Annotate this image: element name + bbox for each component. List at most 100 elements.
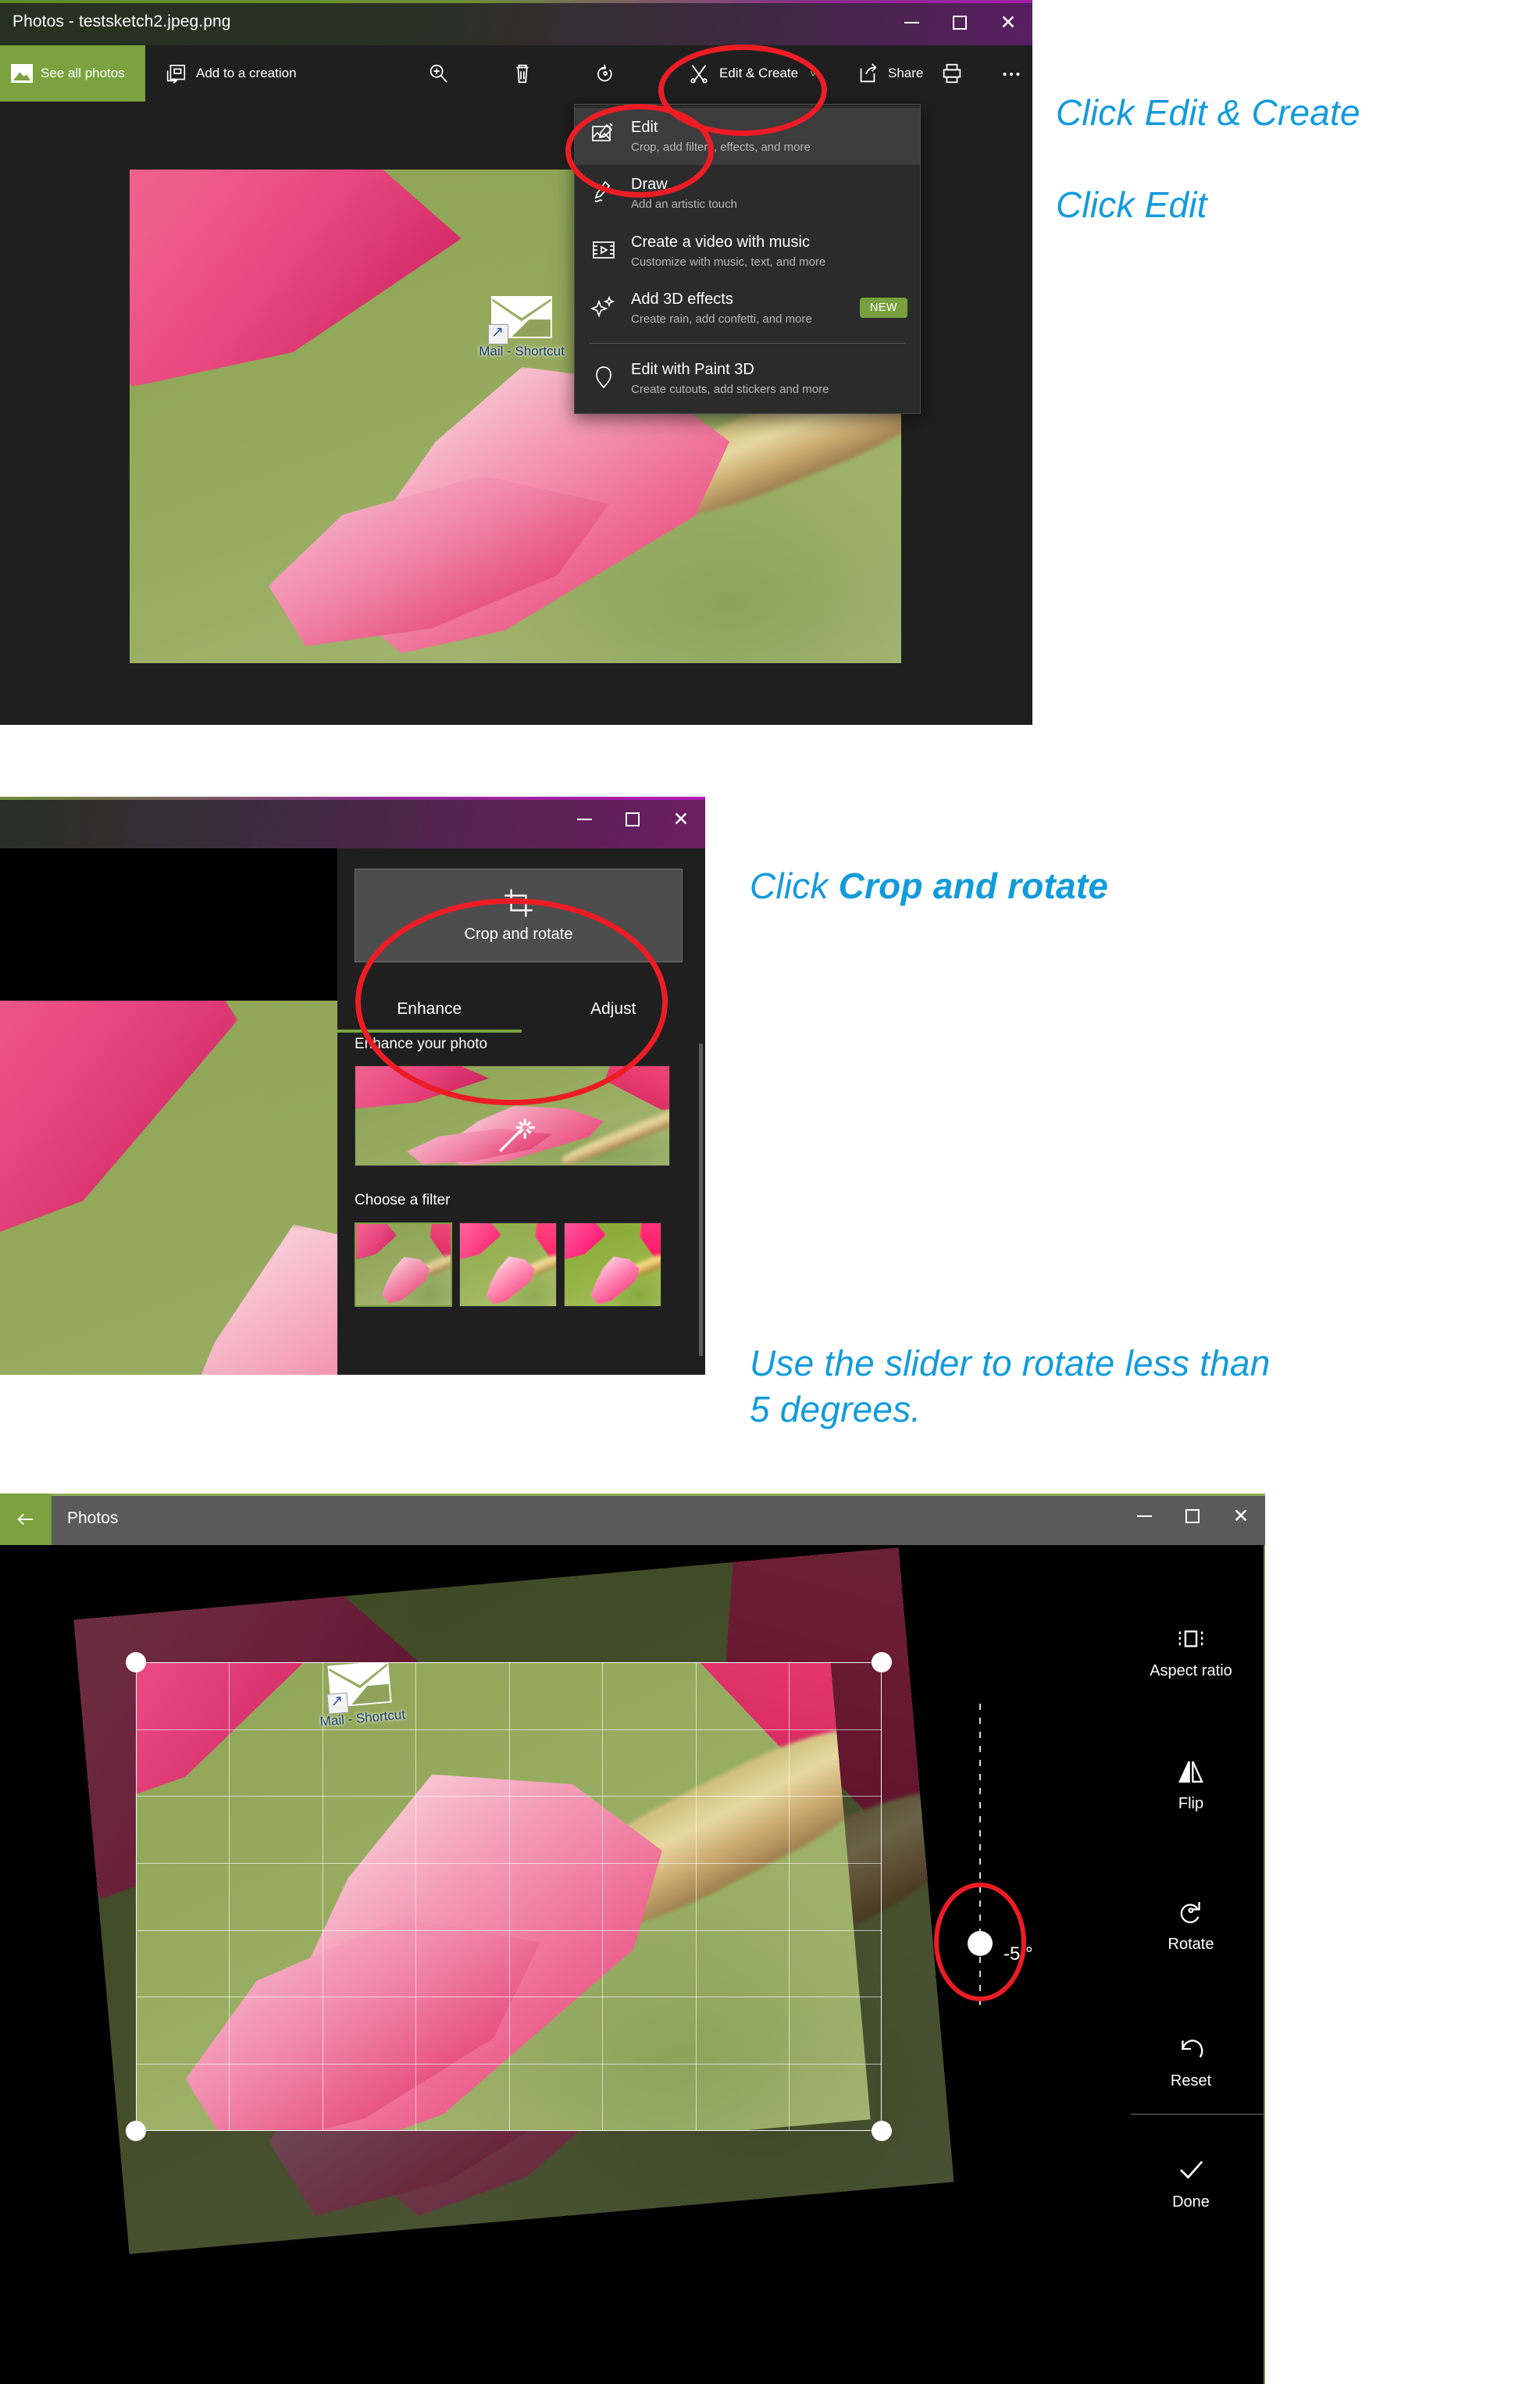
reset-button[interactable]: Reset bbox=[1117, 2033, 1265, 2090]
tutorial-page: Photos - testsketch2.jpeg.png ✕ See all … bbox=[0, 0, 1540, 2384]
menu-item-edit-title: Edit bbox=[631, 119, 658, 136]
filter-photo-2 bbox=[460, 1223, 556, 1306]
menu-item-edit[interactable]: Edit Crop, add filters, effects, and mor… bbox=[575, 108, 920, 166]
close-icon[interactable]: ✕ bbox=[657, 797, 705, 842]
done-label: Done bbox=[1172, 2193, 1210, 2211]
flip-button[interactable]: Flip bbox=[1117, 1756, 1265, 1813]
maximize-icon[interactable] bbox=[608, 797, 657, 842]
aspect-ratio-icon bbox=[1175, 1623, 1207, 1654]
add-to-creation-button[interactable]: Add to a creation bbox=[164, 45, 297, 102]
menu-item-add-3d-effects-title: Add 3D effects bbox=[631, 290, 733, 308]
flower-bud bbox=[486, 1256, 535, 1304]
callout-line-2: Click Edit bbox=[1056, 184, 1207, 225]
flower-photo-zoomed bbox=[0, 1001, 337, 1375]
menu-item-add-3d-effects[interactable]: Add 3D effects Create rain, add confetti… bbox=[575, 280, 920, 337]
edit-image-icon bbox=[590, 122, 617, 148]
zoom-in-button[interactable] bbox=[426, 45, 450, 102]
close-icon[interactable]: ✕ bbox=[1217, 1494, 1265, 1539]
minimize-icon[interactable] bbox=[1120, 1494, 1168, 1539]
panel2-scrollbar[interactable] bbox=[699, 1044, 703, 1356]
aspect-ratio-label: Aspect ratio bbox=[1150, 1662, 1232, 1679]
edit-and-create-button[interactable]: Edit & Create ˅ bbox=[687, 45, 816, 102]
crop-selection-window[interactable]: Mail - Shortcut bbox=[136, 1662, 882, 2131]
done-button[interactable]: Done bbox=[1117, 2154, 1265, 2211]
share-label: Share bbox=[888, 66, 924, 80]
crop-handle-top-left[interactable] bbox=[126, 1652, 146, 1672]
panel2-window-controls: ✕ bbox=[560, 797, 705, 842]
filter-thumbnail-2[interactable] bbox=[459, 1222, 557, 1307]
maximize-icon[interactable] bbox=[936, 0, 984, 45]
print-button[interactable] bbox=[940, 45, 964, 102]
tab-adjust-label: Adjust bbox=[590, 1000, 636, 1018]
flower-bud bbox=[590, 1256, 640, 1304]
tab-enhance[interactable]: Enhance bbox=[337, 986, 522, 1033]
flower-bud bbox=[127, 1224, 337, 1375]
maximize-icon[interactable] bbox=[1168, 1494, 1217, 1539]
aspect-ratio-button[interactable]: Aspect ratio bbox=[1117, 1623, 1265, 1680]
panel3-window-title: Photos bbox=[67, 1509, 119, 1527]
menu-divider bbox=[589, 343, 906, 344]
panel3-right-edge bbox=[1264, 1545, 1265, 2384]
choose-a-filter-title: Choose a filter bbox=[355, 1192, 451, 1208]
photos-toolbar: See all photos Add to a creation Edit & … bbox=[0, 45, 1032, 102]
petal-top-left bbox=[0, 1001, 238, 1256]
menu-item-edit-paint-3d[interactable]: Edit with Paint 3D Create cutouts, add s… bbox=[575, 350, 920, 407]
panel3-titlebar-accent-line bbox=[0, 1494, 1265, 1496]
minimize-icon[interactable] bbox=[560, 797, 608, 842]
edit-and-create-label: Edit & Create bbox=[719, 66, 799, 80]
see-all-photos-label: See all photos bbox=[41, 66, 125, 80]
share-icon bbox=[856, 62, 879, 85]
filter-photo-3 bbox=[565, 1223, 661, 1306]
share-button[interactable]: Share bbox=[856, 45, 923, 102]
panel3-window-controls: ✕ bbox=[1120, 1494, 1265, 1539]
petal-top-left bbox=[565, 1223, 606, 1260]
add-to-creation-icon bbox=[164, 62, 187, 85]
callout-prefix: Click bbox=[750, 865, 839, 906]
petal-top-left bbox=[460, 1223, 501, 1260]
mail-shortcut-icon: Mail - Shortcut bbox=[479, 296, 565, 359]
rotate-button[interactable] bbox=[594, 45, 617, 102]
rotation-slider-track[interactable] bbox=[979, 1704, 981, 2005]
enhance-your-photo-thumbnail[interactable] bbox=[355, 1065, 670, 1166]
menu-item-add-3d-effects-subtitle: Create rain, add confetti, and more bbox=[631, 312, 812, 326]
filter-thumbnail-1[interactable] bbox=[355, 1222, 452, 1307]
see-all-photos-button[interactable]: See all photos bbox=[0, 45, 145, 102]
crop-and-rotate-button[interactable]: Crop and rotate bbox=[355, 869, 683, 962]
tab-enhance-label: Enhance bbox=[397, 1000, 462, 1018]
crop-handle-top-right[interactable] bbox=[872, 1652, 892, 1672]
menu-item-create-video[interactable]: Create a video with music Customize with… bbox=[575, 223, 920, 280]
tab-adjust[interactable]: Adjust bbox=[522, 986, 706, 1033]
new-badge: NEW bbox=[859, 298, 907, 319]
menu-item-create-video-subtitle: Customize with music, text, and more bbox=[631, 255, 826, 269]
pen-icon bbox=[590, 179, 617, 205]
crop-and-rotate-label: Crop and rotate bbox=[464, 926, 573, 943]
close-icon[interactable]: ✕ bbox=[984, 0, 1032, 45]
minimize-icon[interactable] bbox=[887, 0, 936, 45]
menu-item-draw-title: Draw bbox=[631, 176, 668, 194]
crop-canvas[interactable]: Mail - Shortcut bbox=[0, 1545, 1117, 2384]
panel2-photo-area bbox=[0, 848, 337, 1375]
rotation-value-label: -5 ° bbox=[1003, 1943, 1033, 1965]
menu-item-create-video-title: Create a video with music bbox=[631, 233, 810, 251]
crop-handle-bottom-right[interactable] bbox=[872, 2121, 892, 2141]
filter-thumbnail-3[interactable] bbox=[564, 1222, 661, 1307]
rotate-label: Rotate bbox=[1167, 1936, 1214, 1953]
photos-viewer-window: Photos - testsketch2.jpeg.png ✕ See all … bbox=[0, 0, 1032, 725]
trash-icon bbox=[511, 62, 534, 85]
film-icon bbox=[590, 237, 617, 263]
petal-top-left bbox=[130, 170, 462, 387]
rotate-icon bbox=[1175, 1897, 1207, 1928]
petal-top-right bbox=[604, 1066, 669, 1111]
delete-button[interactable] bbox=[511, 45, 534, 102]
rotation-slider-handle[interactable] bbox=[968, 1931, 993, 1956]
chevron-down-icon[interactable]: ˅ bbox=[810, 67, 816, 80]
callout-use-the-slider: Use the slider to rotate less than 5 deg… bbox=[750, 1343, 1271, 1429]
more-options-button[interactable] bbox=[1000, 45, 1023, 102]
rotate-button[interactable]: Rotate bbox=[1117, 1897, 1265, 1954]
panel2-photo bbox=[0, 1001, 337, 1375]
back-arrow-icon[interactable] bbox=[0, 1494, 52, 1545]
crop-handle-bottom-left[interactable] bbox=[126, 2121, 146, 2141]
menu-item-edit-paint-3d-text: Edit with Paint 3D Create cutouts, add s… bbox=[631, 361, 907, 396]
menu-item-draw[interactable]: Draw Add an artistic touch bbox=[575, 165, 920, 222]
tools-divider bbox=[1131, 2114, 1265, 2115]
